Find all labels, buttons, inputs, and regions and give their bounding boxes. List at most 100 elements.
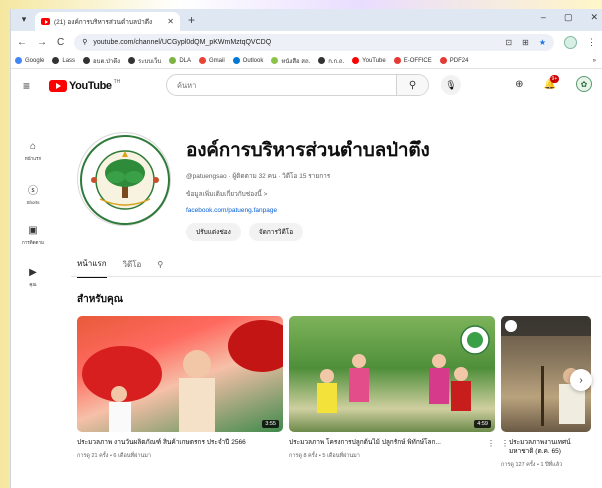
- video-title[interactable]: ประมวลภาพ โครงการปลูกต้นไม้ ปลูกรักษ์ พิ…: [289, 439, 485, 448]
- video-card[interactable]: ⋮ ประมวลภาพงานเทศน์มหาชาติ (ต.ค. 65) การ…: [501, 316, 591, 469]
- search-icon[interactable]: ⚲: [396, 75, 428, 95]
- browser-tab[interactable]: (21) องค์การบริหารส่วนตำบลป่าตึง ✕: [35, 12, 180, 31]
- bookmark-label: DLA: [179, 57, 191, 64]
- shorts-icon: ⓢ: [28, 185, 38, 197]
- bookmark-favicon-icon: [352, 57, 360, 64]
- bookmark-favicon-icon: [439, 57, 447, 64]
- video-duration: 4:59: [474, 420, 491, 428]
- channel-link[interactable]: facebook.com/patueng.fanpage: [186, 207, 430, 214]
- tab-close-icon[interactable]: ✕: [167, 17, 174, 26]
- forward-icon[interactable]: →: [37, 37, 47, 48]
- bookmark-label: ระบบเว็บ: [138, 58, 162, 65]
- bookmark-item[interactable]: PDF24: [439, 57, 469, 64]
- install-app-icon[interactable]: ⊡: [505, 38, 512, 47]
- bookmark-item[interactable]: หนังสือ สถ.: [271, 56, 310, 66]
- bookmark-star-icon[interactable]: ★: [539, 38, 546, 47]
- bookmark-favicon-icon: [393, 57, 401, 64]
- youtube-header: ≡ YouTube TH ⚲ 🎙 ⊕ 🔔 9+ ✿: [11, 69, 602, 103]
- minimize-icon[interactable]: –: [541, 12, 546, 23]
- tabs-divider: [71, 276, 601, 277]
- bookmark-label: อบต.ป่าตึง: [93, 58, 121, 65]
- new-tab-icon[interactable]: +: [188, 13, 195, 27]
- parade-thumbnail-art: [82, 320, 283, 432]
- bookmark-item[interactable]: Gmail: [199, 57, 225, 64]
- bookmark-favicon-icon: [232, 57, 240, 64]
- search-input[interactable]: [167, 80, 396, 90]
- tab-videos[interactable]: วิดีโอ: [123, 258, 142, 277]
- bookmark-item[interactable]: E-OFFICE: [393, 57, 432, 64]
- back-icon[interactable]: ←: [17, 37, 27, 48]
- video-title[interactable]: ประมวลภาพ งานวันผลิตภัณฑ์ สินค้าเกษตรกร …: [77, 439, 283, 448]
- more-actions-icon[interactable]: ⋮: [485, 439, 495, 448]
- tab-search-icon[interactable]: ▾: [17, 14, 31, 26]
- tab-strip: ▾ (21) องค์การบริหารส่วนตำบลป่าตึง ✕ + –…: [11, 9, 602, 31]
- bookmark-item[interactable]: ระบบเว็บ: [128, 56, 161, 66]
- address-bar[interactable]: ⚲ youtube.com/channel/UCGypl0dQM_pKWmMzt…: [74, 33, 554, 51]
- video-title[interactable]: ประมวลภาพงานเทศน์มหาชาติ (ต.ค. 65): [509, 439, 591, 457]
- bookmark-item[interactable]: อบต.ป่าตึง: [83, 56, 120, 66]
- browser-window: ▾ (21) องค์การบริหารส่วนตำบลป่าตึง ✕ + –…: [10, 9, 602, 488]
- left-rail: ⌂ หน้าแรก ⓢ Shorts ▣ การติดตาม ▶ คุณ: [11, 130, 55, 298]
- subscriptions-icon: ▣: [28, 224, 38, 236]
- channel-search-icon[interactable]: ⚲: [157, 260, 163, 275]
- bookmarks-overflow-icon[interactable]: »: [593, 58, 602, 64]
- bookmark-label: Lass: [62, 57, 76, 64]
- bookmark-item[interactable]: DLA: [169, 57, 191, 64]
- bookmarks-bar: Google Lass อบต.ป่าตึง ระบบเว็บ DLA Gmail Outl…: [11, 53, 602, 69]
- youtube-logo[interactable]: YouTube TH: [49, 79, 121, 92]
- channel-logo: [77, 132, 171, 226]
- notifications-bell-icon[interactable]: 🔔 9+: [544, 74, 560, 90]
- video-card[interactable]: 4:59 ประมวลภาพ โครงการปลูกต้นไม้ ปลูกรัก…: [289, 316, 495, 469]
- site-info-icon[interactable]: ⚲: [82, 38, 87, 46]
- video-thumbnail[interactable]: 4:59: [289, 316, 495, 432]
- channel-name: องค์การบริหารส่วนตำบลป่าตึง: [186, 140, 430, 161]
- video-card[interactable]: 3:55 ประมวลภาพ งานวันผลิตภัณฑ์ สินค้าเกษ…: [77, 316, 283, 469]
- hamburger-menu-icon[interactable]: ≡: [23, 79, 43, 93]
- bookmark-favicon-icon: [128, 57, 136, 64]
- channel-seal-icon: [80, 135, 170, 225]
- bookmark-label: PDF24: [449, 57, 469, 64]
- profile-avatar[interactable]: [564, 35, 577, 49]
- bookmark-item[interactable]: Outlook: [232, 57, 263, 64]
- rail-item[interactable]: ⓢ Shorts: [11, 172, 55, 214]
- tab-title: (21) องค์การบริหารส่วนตำบลป่าตึง: [54, 18, 153, 26]
- tab-home[interactable]: หน้าแรก: [77, 257, 107, 278]
- translate-icon[interactable]: ⊞: [522, 38, 529, 47]
- more-info-text: ข้อมูลเพิ่มเติมเกี่ยวกับช่องนี้: [186, 191, 262, 198]
- youtube-favicon-icon: [41, 18, 50, 25]
- rail-item[interactable]: ⌂ หน้าแรก: [11, 130, 55, 172]
- bookmark-item[interactable]: ก.ก.ถ.: [318, 56, 344, 66]
- rail-item[interactable]: ▶ คุณ: [11, 256, 55, 298]
- bookmark-item[interactable]: YouTube: [352, 57, 386, 64]
- video-meta: การดู 127 ครั้ง • 1 ปีที่แล้ว: [501, 461, 563, 468]
- account-avatar[interactable]: ✿: [576, 76, 592, 92]
- create-icon[interactable]: ⊕: [515, 79, 523, 90]
- rail-item-label: หน้าแรก: [24, 155, 42, 161]
- bookmark-favicon-icon: [199, 57, 206, 64]
- close-icon[interactable]: ✕: [590, 12, 598, 23]
- bookmark-favicon-icon: [52, 57, 60, 64]
- section-title: สำหรับคุณ: [77, 294, 123, 305]
- maximize-icon[interactable]: ▢: [564, 12, 573, 23]
- menu-icon[interactable]: ⋮: [587, 37, 596, 48]
- youtube-logo-region: TH: [113, 79, 121, 85]
- reload-icon[interactable]: C: [57, 37, 64, 48]
- bookmark-item[interactable]: Lass: [52, 57, 75, 64]
- bookmark-item[interactable]: Google: [15, 57, 44, 64]
- video-meta: การดู 8 ครั้ง • 5 เดือนที่ผ่านมา: [289, 453, 360, 459]
- more-actions-icon[interactable]: ⋮: [501, 439, 509, 457]
- shelf-next-arrow-icon[interactable]: ›: [570, 369, 592, 391]
- toolbar: ← → C ⚲ youtube.com/channel/UCGypl0dQM_p…: [11, 31, 602, 53]
- you-icon: ▶: [29, 266, 37, 278]
- url-text: youtube.com/channel/UCGypl0dQM_pKWmMztqQ…: [93, 38, 272, 46]
- video-meta: การดู 21 ครั้ง • 6 เดือนที่ผ่านมา: [77, 452, 151, 459]
- rail-item[interactable]: ▣ การติดตาม: [11, 214, 55, 256]
- manage-videos-button[interactable]: จัดการวิดีโอ: [248, 223, 304, 241]
- bookmark-label: ก.ก.ถ.: [328, 58, 345, 65]
- bookmark-label: YouTube: [362, 57, 386, 64]
- customize-channel-button[interactable]: ปรับแต่งช่อง: [186, 223, 241, 241]
- rail-item-label: คุณ: [29, 281, 37, 287]
- channel-more-info[interactable]: ข้อมูลเพิ่มเติมเกี่ยวกับช่องนี้ >: [186, 189, 430, 199]
- mic-icon[interactable]: 🎙: [441, 75, 461, 95]
- video-thumbnail[interactable]: 3:55: [77, 316, 283, 432]
